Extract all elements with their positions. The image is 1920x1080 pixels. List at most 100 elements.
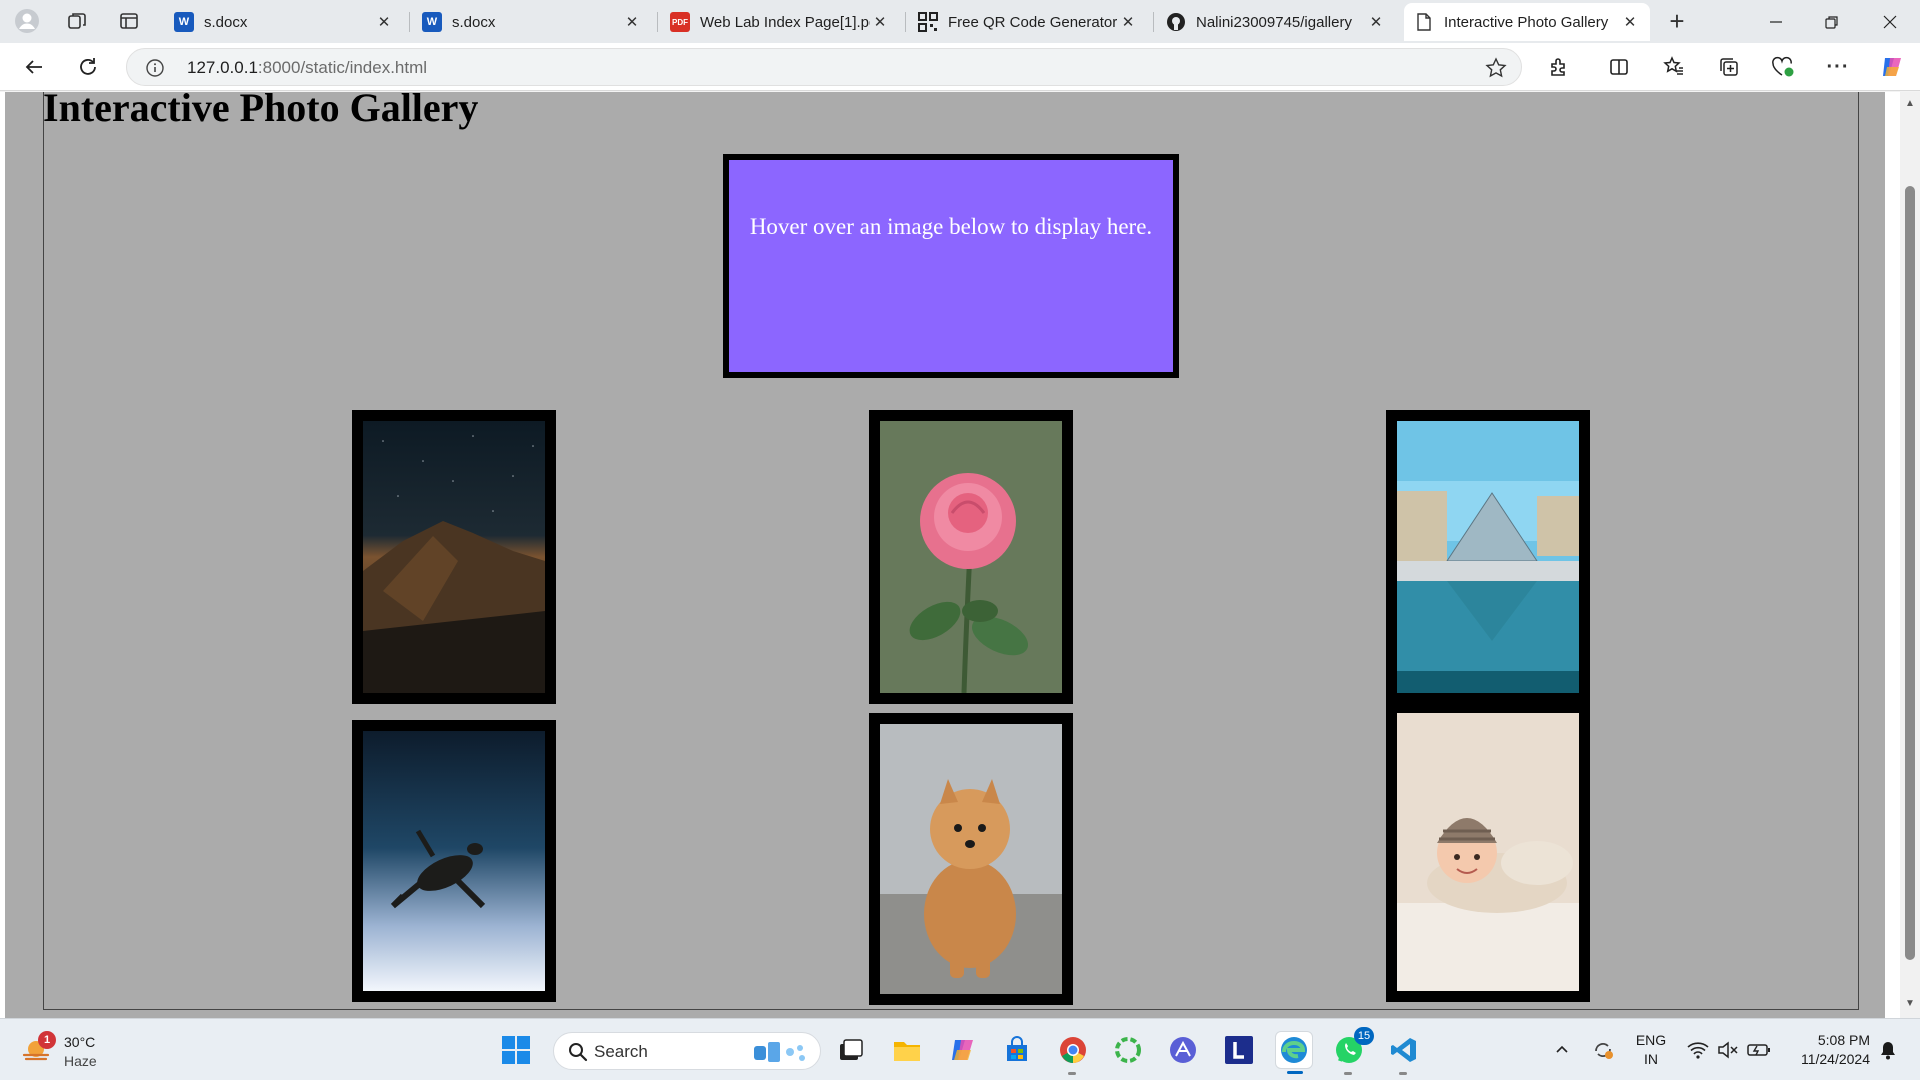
tab-qr-generator[interactable]: Free QR Code Generator ✕ [908, 3, 1148, 41]
github-icon [1166, 12, 1186, 32]
gallery-image-louvre[interactable] [1386, 410, 1590, 704]
volume-muted-icon[interactable] [1714, 1019, 1742, 1080]
whatsapp-badge: 15 [1354, 1027, 1374, 1045]
notification-bell-icon[interactable] [1874, 1019, 1902, 1080]
region-code: IN [1644, 1051, 1658, 1067]
gallery-image-mountain[interactable] [352, 410, 556, 704]
tab-s-docx-2[interactable]: W s.docx ✕ [412, 3, 652, 41]
web-viewport: Interactive Photo Gallery Hover over an … [0, 92, 1920, 1018]
search-highlight-icon [754, 1042, 805, 1062]
page-icon [1414, 12, 1434, 32]
active-indicator [1287, 1071, 1303, 1074]
whatsapp-icon[interactable]: 15 [1330, 1027, 1374, 1075]
display-message: Hover over an image below to display her… [749, 214, 1153, 239]
qr-icon [918, 12, 938, 32]
back-button[interactable] [16, 50, 52, 84]
chrome-icon[interactable] [1054, 1031, 1092, 1075]
site-info-icon[interactable] [145, 58, 165, 78]
tab-title: Interactive Photo Gallery [1444, 13, 1609, 31]
close-icon[interactable]: ✕ [1118, 12, 1138, 32]
vscode-icon[interactable] [1385, 1031, 1423, 1075]
sync-icon[interactable] [1588, 1019, 1618, 1080]
file-explorer-icon[interactable] [888, 1031, 926, 1069]
edge-icon[interactable] [1275, 1031, 1313, 1074]
weather-widget[interactable]: 1 30°C Haze [22, 1031, 132, 1071]
page-title: Interactive Photo Gallery [43, 92, 479, 130]
show-hidden-icons-chevron-icon[interactable] [1550, 1019, 1574, 1080]
windows-taskbar: 1 30°C Haze Search 15 ENG IN 5:08 PM 11/… [0, 1018, 1920, 1080]
new-tab-button[interactable]: + [1660, 5, 1694, 37]
clock-time: 5:08 PM [1817, 1032, 1870, 1048]
browser-essentials-icon[interactable] [1765, 50, 1801, 84]
tab-s-docx-1[interactable]: W s.docx ✕ [164, 3, 404, 41]
ring-app-icon[interactable] [1109, 1031, 1147, 1069]
task-view-icon[interactable] [832, 1031, 870, 1069]
scroll-thumb[interactable] [1905, 186, 1915, 960]
url-host: 127.0.0.1 [187, 58, 258, 77]
favorites-icon[interactable] [1656, 50, 1692, 84]
gallery-image-turtle[interactable] [352, 720, 556, 1002]
tab-title: Nalini23009745/igallery [1196, 13, 1352, 31]
address-bar[interactable]: 127.0.0.1:8000/static/index.html [126, 48, 1522, 86]
collections-icon[interactable] [1711, 50, 1747, 84]
close-icon[interactable]: ✕ [1366, 12, 1386, 32]
workspaces-icon[interactable] [60, 5, 94, 37]
split-screen-icon[interactable] [1601, 50, 1637, 84]
close-icon[interactable]: ✕ [870, 12, 890, 32]
more-options-icon[interactable]: ··· [1820, 50, 1856, 84]
restore-button[interactable] [1804, 0, 1860, 43]
gallery-page: Interactive Photo Gallery Hover over an … [5, 92, 1885, 1018]
tab-web-lab-pdf[interactable]: PDF Web Lab Index Page[1].pdf ✕ [660, 3, 900, 41]
close-icon[interactable]: ✕ [622, 12, 642, 32]
word-icon: W [174, 12, 194, 32]
gallery-image-baby[interactable] [1386, 702, 1590, 1002]
gallery-image-rose[interactable] [869, 410, 1073, 704]
copilot-icon[interactable] [1874, 50, 1910, 84]
system-clock[interactable]: 5:08 PM 11/24/2024 [1786, 1031, 1870, 1069]
running-indicator [1399, 1072, 1407, 1075]
weather-condition: Haze [64, 1053, 97, 1069]
url-path: :8000/static/index.html [257, 58, 428, 77]
tab-strip: W s.docx ✕ W s.docx ✕ PDF Web Lab Index … [0, 0, 1920, 43]
vpn-app-icon[interactable] [1164, 1031, 1202, 1069]
profile-icon[interactable] [10, 5, 44, 37]
close-icon[interactable]: ✕ [374, 12, 394, 32]
close-icon[interactable]: ✕ [1620, 12, 1640, 32]
minimize-button[interactable] [1748, 0, 1804, 43]
microsoft-store-icon[interactable] [998, 1031, 1036, 1069]
clock-date: 11/24/2024 [1800, 1051, 1870, 1067]
taskbar-search[interactable]: Search [553, 1032, 821, 1070]
browser-toolbar: 127.0.0.1:8000/static/index.html ··· [0, 43, 1920, 91]
page-scrollbar[interactable]: ▲ ▼ [1900, 92, 1920, 1018]
copilot-app-icon[interactable] [944, 1031, 982, 1069]
language-indicator[interactable]: ENG IN [1634, 1031, 1668, 1069]
scroll-up-arrow-icon[interactable]: ▲ [1904, 98, 1916, 110]
word-icon: W [422, 12, 442, 32]
running-indicator [1068, 1072, 1076, 1075]
weather-alert-badge: 1 [38, 1031, 56, 1049]
gallery-image-puppy[interactable] [869, 713, 1073, 1005]
tab-title: Web Lab Index Page[1].pdf [700, 13, 870, 31]
pdf-icon: PDF [670, 12, 690, 32]
wifi-icon[interactable] [1684, 1019, 1712, 1080]
close-window-button[interactable] [1862, 0, 1918, 43]
search-icon [569, 1043, 588, 1062]
weather-temp: 30°C [64, 1034, 96, 1050]
address-url[interactable]: 127.0.0.1:8000/static/index.html [187, 58, 427, 78]
running-indicator [1344, 1072, 1352, 1075]
tab-title: s.docx [204, 13, 248, 31]
start-button[interactable] [497, 1031, 535, 1069]
favorite-star-icon[interactable] [1485, 57, 1507, 79]
reload-button[interactable] [70, 50, 106, 84]
extensions-icon[interactable] [1541, 50, 1577, 84]
search-label: Search [594, 1042, 648, 1061]
l-app-icon[interactable] [1220, 1031, 1258, 1069]
tab-github-igallery[interactable]: Nalini23009745/igallery ✕ [1156, 3, 1396, 41]
tab-actions-icon[interactable] [112, 5, 146, 37]
battery-icon[interactable] [1744, 1019, 1774, 1080]
display-area: Hover over an image below to display her… [723, 154, 1179, 378]
scroll-down-arrow-icon[interactable]: ▼ [1904, 998, 1916, 1010]
tab-interactive-photo-gallery[interactable]: Interactive Photo Gallery ✕ [1404, 3, 1650, 41]
tab-title: s.docx [452, 13, 496, 31]
language-code: ENG [1635, 1032, 1667, 1048]
